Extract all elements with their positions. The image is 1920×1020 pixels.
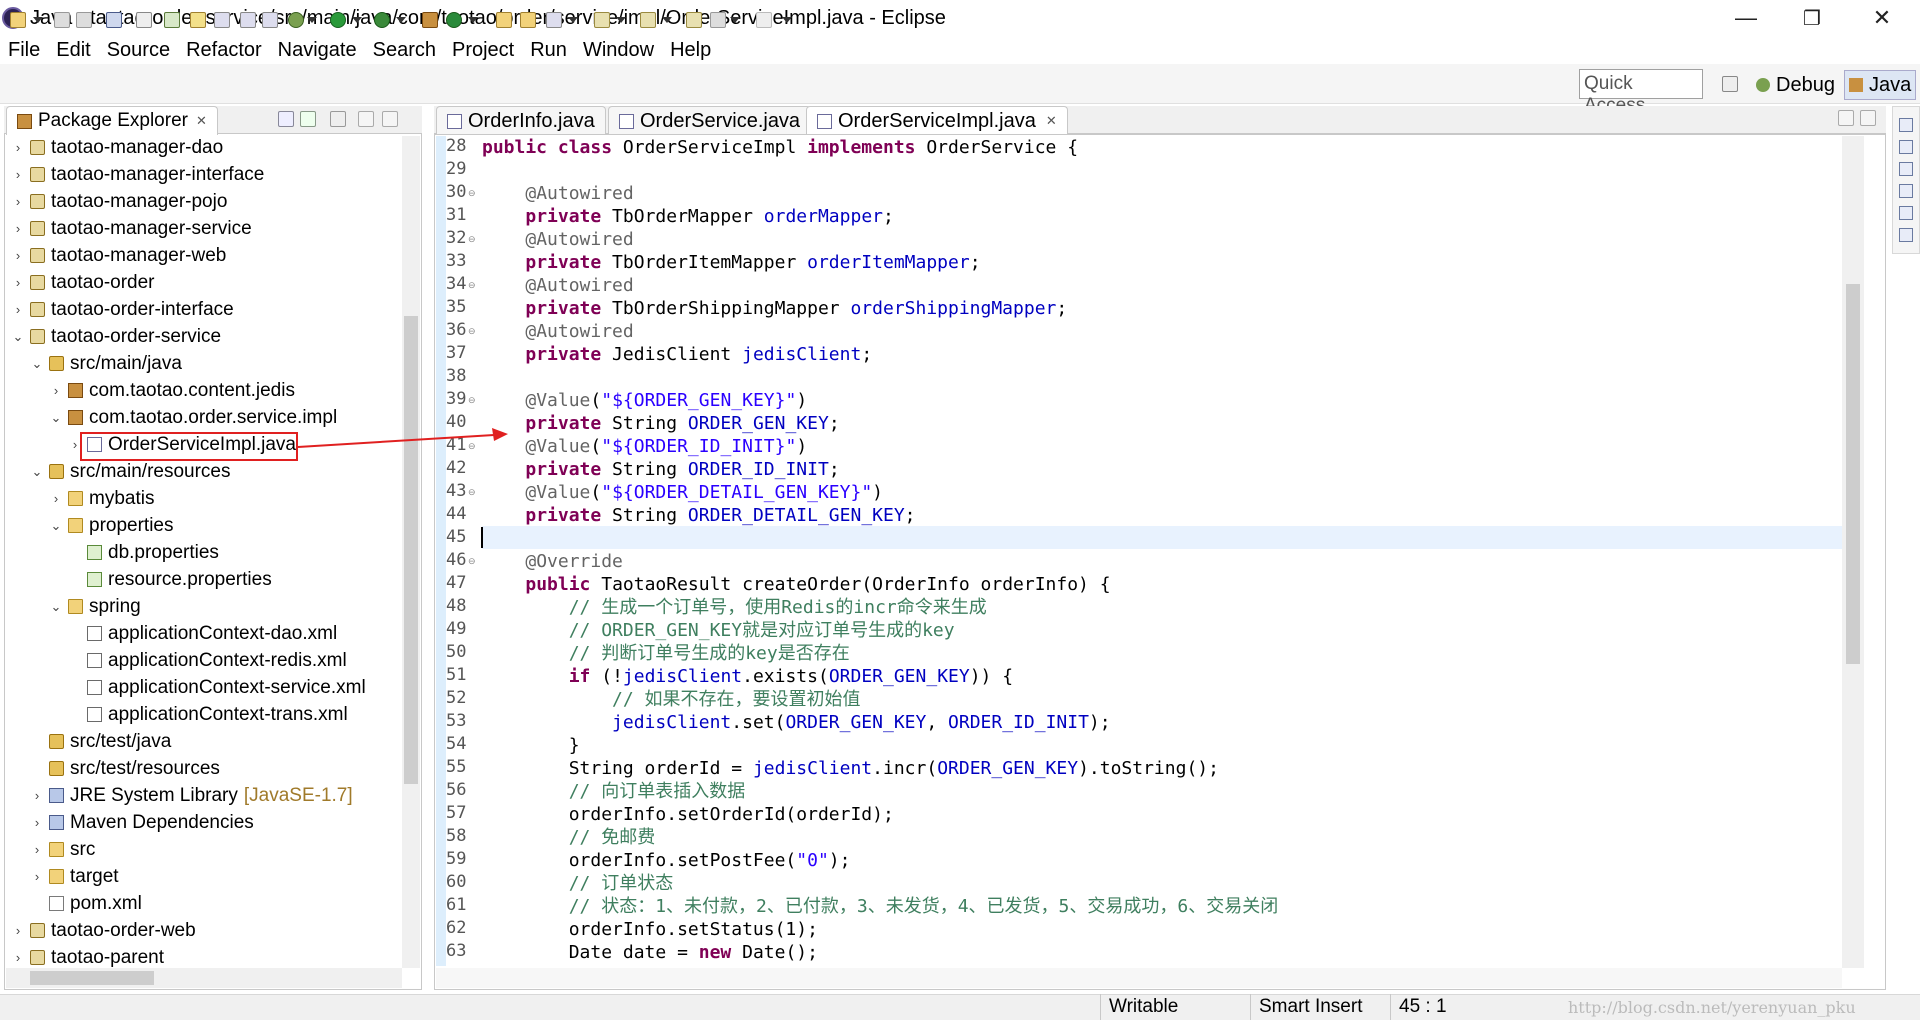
annotation-arrow xyxy=(297,428,508,448)
